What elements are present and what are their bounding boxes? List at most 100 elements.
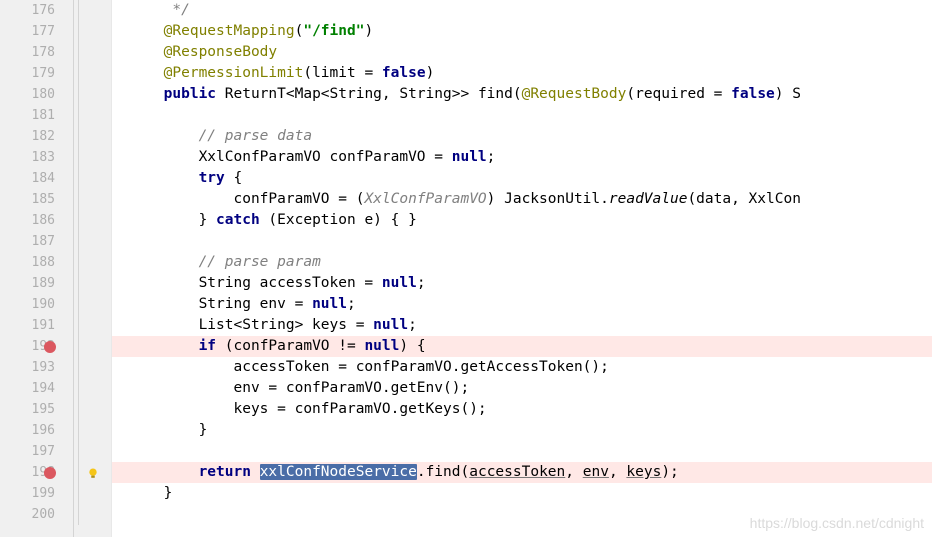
icon-gutter-row[interactable] [74, 63, 111, 84]
icon-gutter-row[interactable] [74, 357, 111, 378]
code-line[interactable]: @ResponseBody [112, 42, 932, 63]
code-line[interactable]: return xxlConfNodeService.find(accessTok… [112, 462, 932, 483]
code-line[interactable]: keys = confParamVO.getKeys(); [112, 399, 932, 420]
code-line[interactable] [112, 504, 932, 525]
gutter-row[interactable]: 178 [0, 42, 73, 63]
gutter-row[interactable]: 196 [0, 420, 73, 441]
gutter-row[interactable]: 181 [0, 105, 73, 126]
icon-gutter-row[interactable] [74, 399, 111, 420]
gutter-row[interactable]: 187 [0, 231, 73, 252]
icon-gutter-row[interactable] [74, 21, 111, 42]
fold-guide [78, 210, 79, 231]
gutter-row[interactable]: 176 [0, 0, 73, 21]
gutter-row[interactable]: 195 [0, 399, 73, 420]
gutter-row[interactable]: 184 [0, 168, 73, 189]
gutter-row[interactable]: 194 [0, 378, 73, 399]
gutter-row[interactable]: 185 [0, 189, 73, 210]
code-line[interactable]: // parse param [112, 252, 932, 273]
gutter-row[interactable]: 180 [0, 84, 73, 105]
gutter-row[interactable]: 189 [0, 273, 73, 294]
code-line[interactable]: } catch (Exception e) { } [112, 210, 932, 231]
token-plain: ReturnT<Map<String, String>> find( [216, 86, 522, 102]
icon-gutter-row[interactable] [74, 210, 111, 231]
breakpoint-icon[interactable] [44, 341, 56, 353]
token-plain: ) S [775, 86, 801, 102]
code-line[interactable]: public ReturnT<Map<String, String>> find… [112, 84, 932, 105]
gutter-row[interactable]: 193 [0, 357, 73, 378]
token-kw: public [164, 86, 216, 102]
icon-gutter-row[interactable] [74, 84, 111, 105]
icon-gutter-row[interactable] [74, 0, 111, 21]
gutter-row[interactable]: 183 [0, 147, 73, 168]
code-line[interactable]: } [112, 420, 932, 441]
gutter-row[interactable]: 186 [0, 210, 73, 231]
gutter-row[interactable]: 198 [0, 462, 73, 483]
icon-gutter-row[interactable] [74, 189, 111, 210]
icon-gutter-row[interactable] [74, 147, 111, 168]
line-number: 196 [32, 423, 55, 438]
fold-guide [78, 252, 79, 273]
code-line[interactable]: } [112, 483, 932, 504]
gutter-row[interactable]: 197 [0, 441, 73, 462]
token-plain: ; [417, 275, 426, 291]
gutter-row[interactable]: 199 [0, 483, 73, 504]
line-number: 190 [32, 297, 55, 312]
code-line[interactable]: confParamVO = (XxlConfParamVO) JacksonUt… [112, 189, 932, 210]
gutter-row[interactable]: 200 [0, 504, 73, 525]
icon-gutter-row[interactable] [74, 231, 111, 252]
code-line[interactable]: try { [112, 168, 932, 189]
gutter-row[interactable]: 192 [0, 336, 73, 357]
gutter-row[interactable]: 177 [0, 21, 73, 42]
line-number-gutter[interactable]: 1761771781791801811821831841851861871881… [0, 0, 74, 537]
code-line[interactable]: if (confParamVO != null) { [112, 336, 932, 357]
code-line[interactable]: List<String> keys = null; [112, 315, 932, 336]
icon-gutter-row[interactable] [74, 42, 111, 63]
intention-bulb-icon[interactable] [86, 466, 100, 480]
icon-gutter-row[interactable] [74, 441, 111, 462]
token-plain: (data, XxlCon [687, 191, 801, 207]
code-line[interactable]: env = confParamVO.getEnv(); [112, 378, 932, 399]
gutter-row[interactable]: 191 [0, 315, 73, 336]
icon-gutter-row[interactable] [74, 420, 111, 441]
token-plain: (required = [626, 86, 731, 102]
token-cmt: */ [172, 2, 189, 18]
fold-guide [78, 147, 79, 168]
editor-icons-gutter[interactable] [74, 0, 112, 537]
fold-guide [78, 189, 79, 210]
code-line[interactable]: @RequestMapping("/find") [112, 21, 932, 42]
code-line[interactable]: */ [112, 0, 932, 21]
gutter-row[interactable]: 179 [0, 63, 73, 84]
icon-gutter-row[interactable] [74, 168, 111, 189]
code-line[interactable] [112, 441, 932, 462]
icon-gutter-row[interactable] [74, 483, 111, 504]
icon-gutter-row[interactable] [74, 378, 111, 399]
code-line[interactable]: String env = null; [112, 294, 932, 315]
token-plain: ; [408, 317, 417, 333]
gutter-row[interactable]: 188 [0, 252, 73, 273]
fold-guide [78, 231, 79, 252]
icon-gutter-row[interactable] [74, 504, 111, 525]
code-line[interactable]: @PermessionLimit(limit = false) [112, 63, 932, 84]
icon-gutter-row[interactable] [74, 126, 111, 147]
icon-gutter-row[interactable] [74, 105, 111, 126]
token-kw: try [199, 170, 225, 186]
breakpoint-icon[interactable] [44, 467, 56, 479]
code-area[interactable]: https://blog.csdn.net/cdnight */ @Reques… [112, 0, 932, 537]
icon-gutter-row[interactable] [74, 273, 111, 294]
fold-guide [78, 357, 79, 378]
code-line[interactable]: XxlConfParamVO confParamVO = null; [112, 147, 932, 168]
line-number: 193 [32, 360, 55, 375]
code-line[interactable]: // parse data [112, 126, 932, 147]
gutter-row[interactable]: 182 [0, 126, 73, 147]
code-line[interactable] [112, 105, 932, 126]
token-plain: List<String> keys = [120, 317, 373, 333]
icon-gutter-row[interactable] [74, 252, 111, 273]
icon-gutter-row[interactable] [74, 462, 111, 483]
icon-gutter-row[interactable] [74, 294, 111, 315]
icon-gutter-row[interactable] [74, 336, 111, 357]
code-line[interactable]: String accessToken = null; [112, 273, 932, 294]
icon-gutter-row[interactable] [74, 315, 111, 336]
code-line[interactable] [112, 231, 932, 252]
gutter-row[interactable]: 190 [0, 294, 73, 315]
code-line[interactable]: accessToken = confParamVO.getAccessToken… [112, 357, 932, 378]
